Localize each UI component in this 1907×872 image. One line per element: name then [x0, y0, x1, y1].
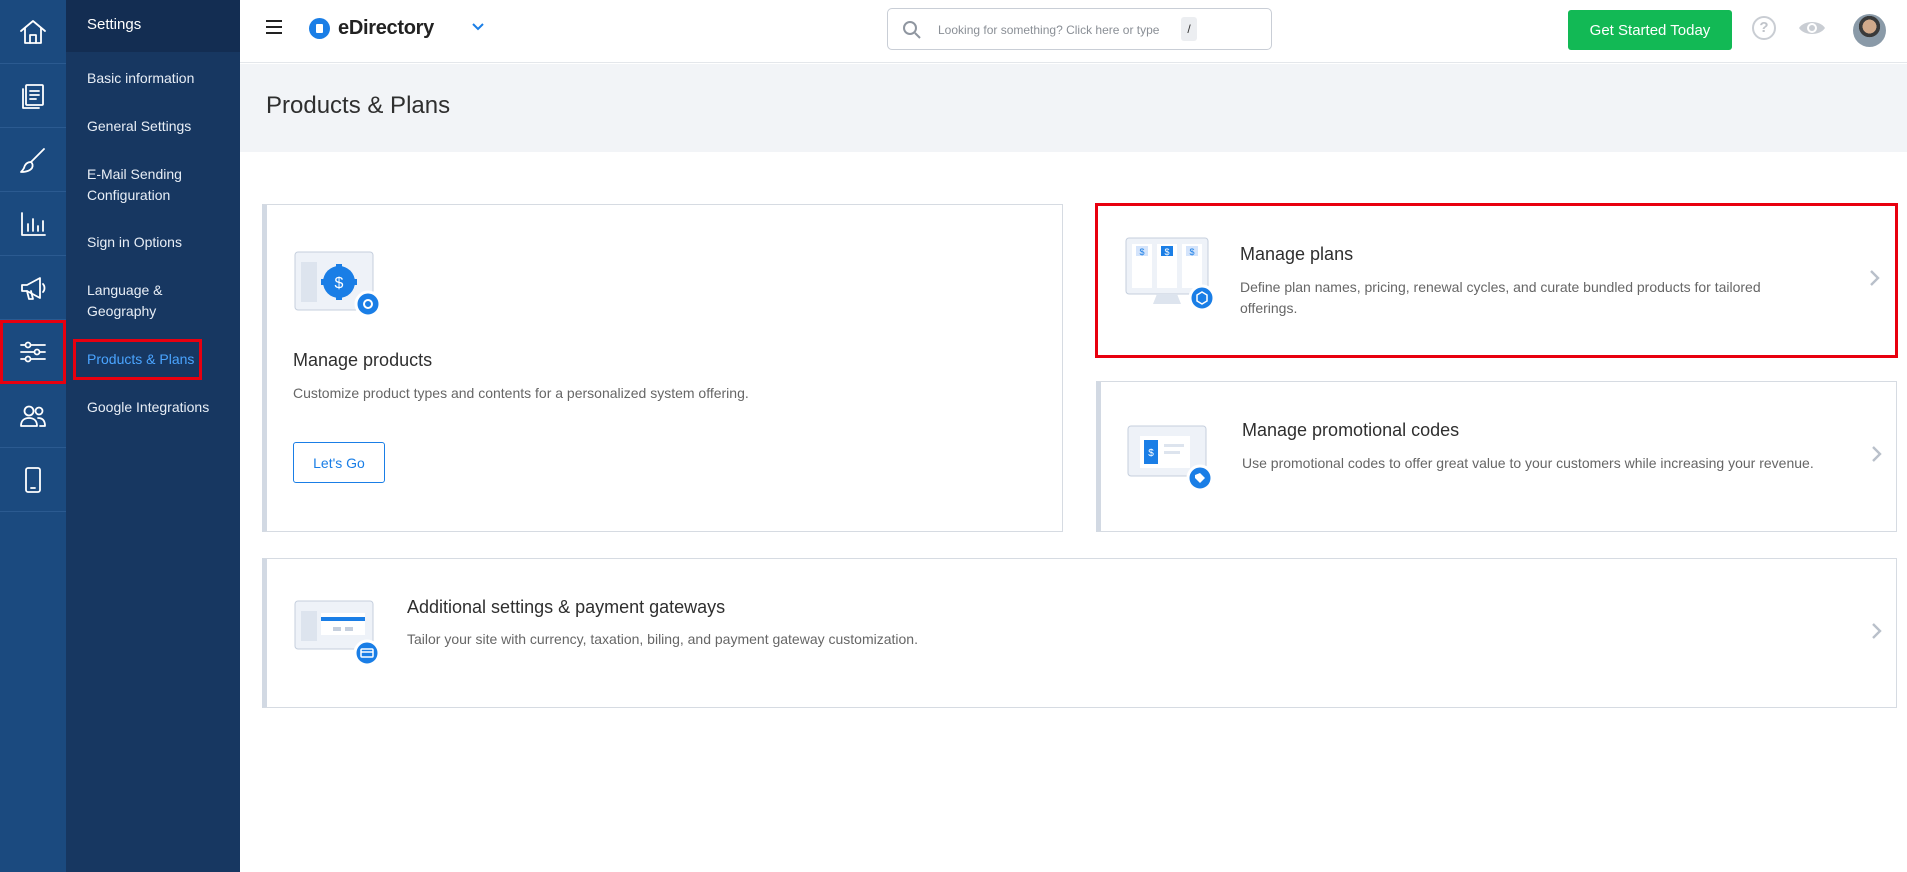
card-manage-plans[interactable]: $ $ $ Manage plans Define plan names, pr…: [1095, 203, 1898, 358]
menu-item-sign-in-options[interactable]: Sign in Options: [87, 232, 232, 253]
rail-home[interactable]: [0, 0, 66, 64]
card-additional-settings[interactable]: Additional settings & payment gateways T…: [262, 558, 1897, 708]
rail-mobile[interactable]: [0, 448, 66, 512]
search-icon: [903, 21, 921, 39]
manage-products-description: Customize product types and contents for…: [293, 385, 749, 401]
chevron-right-icon: [1870, 445, 1882, 463]
menu-item-google-integrations[interactable]: Google Integrations: [87, 397, 232, 418]
search-shortcut-key: /: [1181, 17, 1197, 41]
products-illustration-icon: $: [294, 251, 382, 318]
manage-plans-title: Manage plans: [1240, 244, 1354, 264]
card-manage-products[interactable]: $ Manage products Customize product type…: [262, 204, 1063, 532]
design-icon: [20, 147, 45, 173]
brand-logo-icon: [309, 18, 330, 39]
svg-text:$: $: [1139, 247, 1144, 257]
chevron-right-icon: [1870, 622, 1882, 640]
home-icon: [20, 19, 46, 44]
page-title: Products & Plans: [266, 92, 451, 119]
additional-settings-description: Tailor your site with currency, taxation…: [407, 631, 918, 647]
lets-go-button[interactable]: Let's Go: [293, 442, 385, 483]
icon-rail: [0, 0, 66, 872]
svg-text:$: $: [335, 275, 344, 292]
menu-item-email-sending[interactable]: E-Mail Sending Configuration: [87, 164, 197, 206]
settings-icon: [20, 341, 46, 362]
promotion-icon: [21, 276, 46, 300]
top-bar: eDirectory / Get Started Today ?: [240, 0, 1907, 63]
chevron-down-icon[interactable]: [471, 22, 485, 32]
search-input[interactable]: [938, 19, 1178, 41]
settings-menu: Settings Basic information General Setti…: [66, 0, 240, 872]
rail-design[interactable]: [0, 128, 66, 192]
hamburger-menu-icon[interactable]: [266, 20, 282, 34]
mobile-icon: [25, 466, 41, 493]
rail-users[interactable]: [0, 384, 66, 448]
menu-item-language-geography[interactable]: Language & Geography: [87, 280, 177, 322]
svg-text:$: $: [1164, 247, 1169, 257]
svg-text:$: $: [1148, 448, 1154, 459]
preview-eye-icon[interactable]: [1797, 15, 1827, 41]
users-icon: [20, 405, 46, 427]
manage-promotional-codes-title: Manage promotional codes: [1242, 420, 1460, 440]
get-started-button[interactable]: Get Started Today: [1568, 10, 1732, 50]
brand[interactable]: eDirectory: [309, 17, 434, 40]
manage-products-title: Manage products: [293, 350, 433, 370]
user-avatar[interactable]: [1853, 14, 1886, 47]
additional-settings-title: Additional settings & payment gateways: [407, 597, 726, 617]
reports-icon: [21, 211, 46, 236]
manage-promotional-codes-description: Use promotional codes to offer great val…: [1242, 455, 1814, 471]
chevron-right-icon: [1868, 269, 1880, 287]
rail-content[interactable]: [0, 64, 66, 128]
menu-item-basic-information[interactable]: Basic information: [87, 68, 232, 89]
rail-reports[interactable]: [0, 192, 66, 256]
manage-plans-description: Define plan names, pricing, renewal cycl…: [1240, 279, 1761, 316]
rail-promotion[interactable]: [0, 256, 66, 320]
promo-illustration-icon: $: [1127, 425, 1214, 492]
page-header: Products & Plans: [240, 64, 1907, 152]
help-icon[interactable]: ?: [1752, 16, 1776, 40]
rail-settings[interactable]: [0, 320, 66, 384]
payment-illustration-icon: [294, 600, 381, 667]
search-box[interactable]: /: [887, 8, 1272, 50]
brand-name: eDirectory: [338, 17, 434, 39]
active-menu-highlight: [73, 339, 202, 380]
settings-menu-title: Settings: [66, 0, 240, 52]
card-manage-promotional-codes[interactable]: $ Manage promotional codes Use promotion…: [1096, 381, 1897, 532]
svg-text:$: $: [1189, 247, 1194, 257]
plans-illustration-icon: $ $ $: [1125, 237, 1216, 312]
menu-item-general-settings[interactable]: General Settings: [87, 116, 232, 137]
content-icon: [22, 83, 44, 109]
